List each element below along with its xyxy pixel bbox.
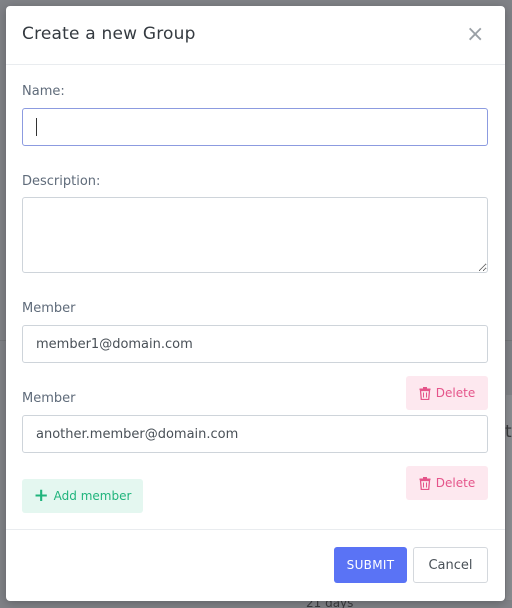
- name-input[interactable]: [22, 108, 488, 146]
- create-group-modal: Create a new Group × Name: Description: …: [6, 6, 505, 601]
- close-icon[interactable]: ×: [466, 24, 484, 46]
- modal-footer-divider: [6, 529, 505, 530]
- add-member-label: Add member: [53, 489, 132, 503]
- background-text-fragment: t: [505, 422, 512, 442]
- modal-title: Create a new Group: [22, 24, 196, 44]
- description-label: Description:: [22, 174, 101, 189]
- member-label: Member: [22, 391, 76, 406]
- add-member-button[interactable]: + Add member: [22, 479, 143, 513]
- member-label: Member: [22, 301, 76, 316]
- delete-button-label: Delete: [435, 386, 476, 400]
- description-textarea[interactable]: [22, 197, 488, 273]
- delete-button-label: Delete: [435, 476, 476, 490]
- delete-member-button[interactable]: Delete: [406, 376, 488, 410]
- member-email-input[interactable]: [22, 325, 488, 363]
- plus-icon: +: [33, 485, 49, 506]
- cancel-button[interactable]: Cancel: [413, 547, 488, 583]
- text-caret: [36, 118, 37, 136]
- trash-icon: [419, 386, 431, 400]
- name-label: Name:: [22, 84, 65, 99]
- trash-icon: [419, 476, 431, 490]
- member-email-input[interactable]: [22, 415, 488, 453]
- modal-header: Create a new Group ×: [6, 6, 505, 65]
- submit-button[interactable]: SUBMIT: [334, 547, 407, 583]
- delete-member-button[interactable]: Delete: [406, 466, 488, 500]
